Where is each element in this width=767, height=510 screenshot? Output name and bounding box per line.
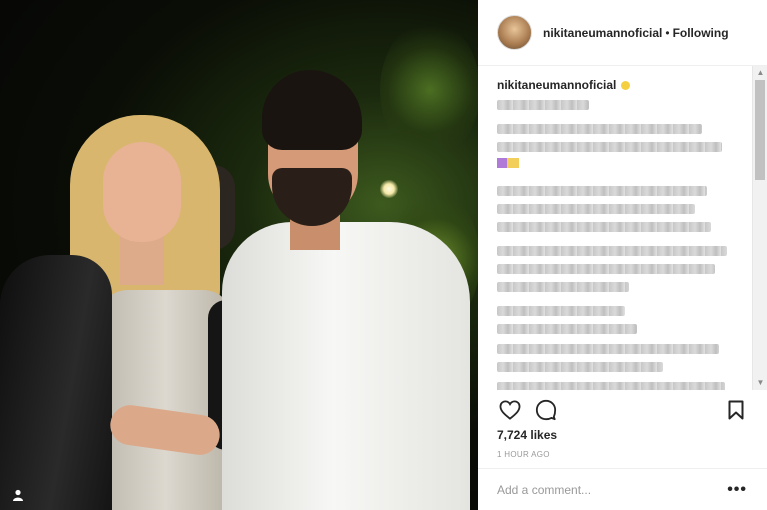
- comment-bubble-icon: [535, 399, 557, 421]
- more-options-button[interactable]: •••: [727, 481, 747, 497]
- foliage: [380, 20, 478, 160]
- caption: nikitaneumannoficial: [497, 78, 727, 390]
- scrollbar-thumb[interactable]: [755, 80, 765, 180]
- heart-icon: [499, 400, 521, 420]
- woman-jacket: [0, 255, 112, 510]
- caption-blurred-text: [497, 100, 727, 390]
- user-tag-icon[interactable]: [8, 486, 28, 504]
- background-light: [380, 180, 398, 198]
- comment-input[interactable]: [497, 482, 728, 497]
- avatar[interactable]: [497, 15, 532, 50]
- post-header: nikitaneumannoficial • Following: [478, 0, 767, 66]
- post-timestamp: 1 HOUR AGO: [497, 450, 550, 459]
- caption-username-row: nikitaneumannoficial: [497, 78, 727, 92]
- comment-button[interactable]: [533, 397, 559, 423]
- man-shirt: [222, 222, 470, 510]
- comment-bar: •••: [478, 468, 767, 510]
- man-hair: [262, 70, 362, 150]
- header-text: nikitaneumannoficial • Following: [543, 26, 729, 40]
- bookmark-icon: [728, 400, 744, 420]
- man-beard: [272, 168, 352, 226]
- verified-badge-icon: [621, 80, 631, 90]
- like-button[interactable]: [497, 397, 523, 423]
- post-actions: [497, 397, 749, 423]
- header-username[interactable]: nikitaneumannoficial: [543, 26, 662, 40]
- like-count[interactable]: 7,724 likes: [497, 428, 557, 442]
- post-photo[interactable]: [0, 0, 478, 510]
- caption-scrollbar[interactable]: ▲ ▼: [752, 66, 767, 390]
- save-button[interactable]: [723, 397, 749, 423]
- caption-username[interactable]: nikitaneumannoficial: [497, 78, 616, 92]
- woman-neck: [120, 235, 164, 285]
- scroll-down-arrow-icon[interactable]: ▼: [753, 376, 767, 390]
- header-separator: •: [665, 25, 670, 40]
- post-side-panel: nikitaneumannoficial • Following nikitaneu…: [478, 0, 767, 510]
- scroll-up-arrow-icon[interactable]: ▲: [753, 66, 767, 80]
- woman-face: [103, 142, 181, 242]
- follow-status[interactable]: Following: [673, 26, 729, 40]
